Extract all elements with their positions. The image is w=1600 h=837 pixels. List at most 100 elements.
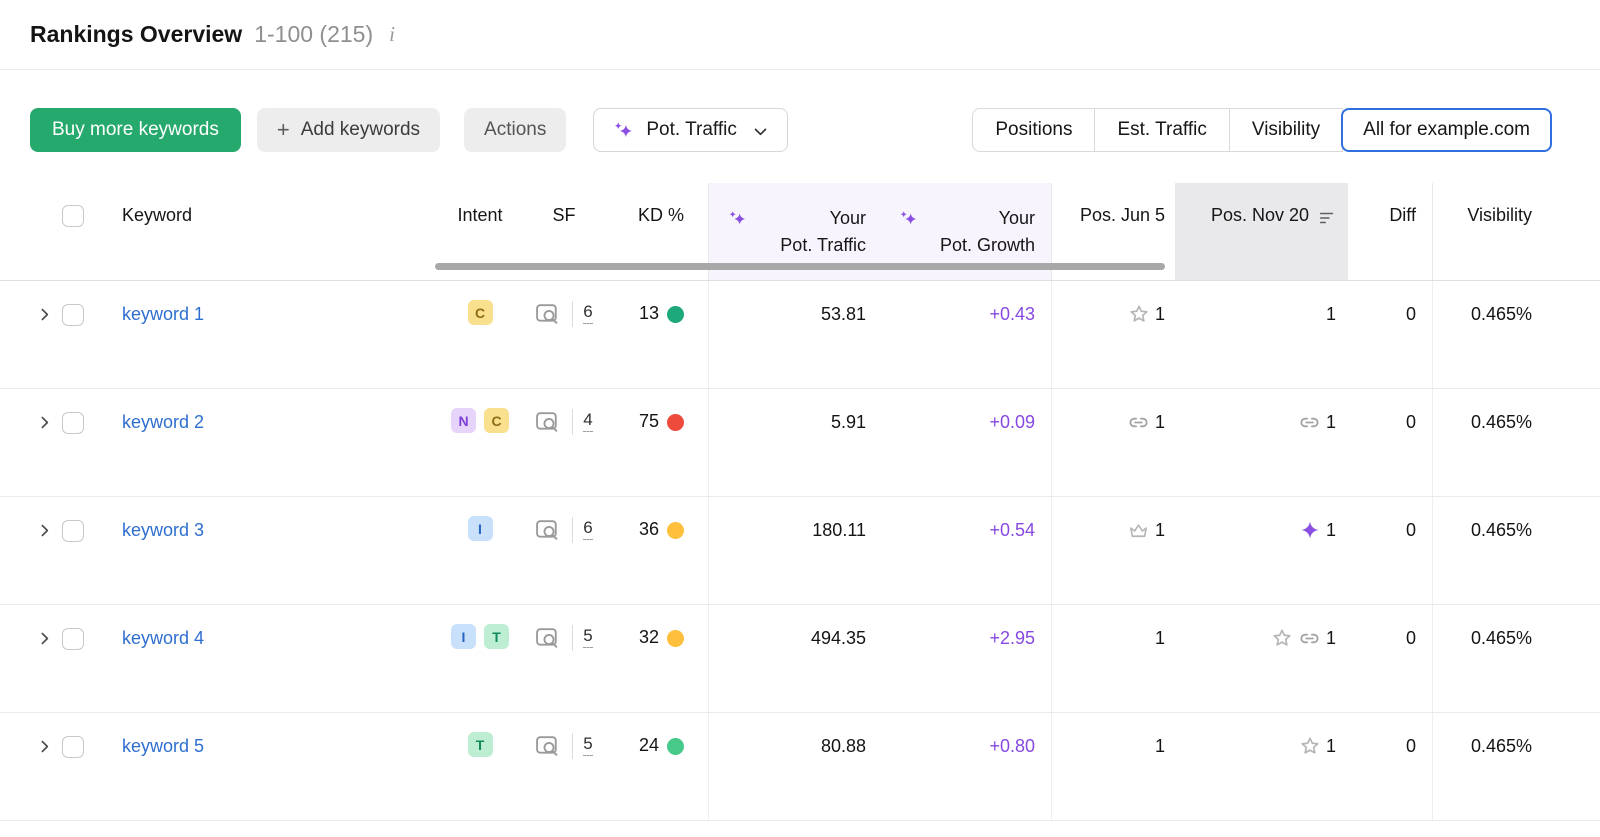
intent-badge-I: I [468,516,493,541]
serp-features-icon [535,410,562,435]
sf-divider [572,625,573,651]
diff-cell: 0 [1348,497,1432,604]
keyword-cell: keyword 2 [106,389,440,496]
column-header-visibility[interactable]: Visibility [1432,183,1600,280]
metric-dropdown[interactable]: Pot. Traffic [593,108,787,152]
page-header: Rankings Overview 1-100 (215) i [0,0,1600,70]
pos-nov20-header-label: Pos. Nov 20 [1211,205,1309,226]
info-icon[interactable]: i [389,22,395,47]
view-tabs: Positions Est. Traffic Visibility All fo… [972,108,1552,152]
pot-traffic-cell: 5.91 [708,389,880,496]
sf-cell: 5 [520,713,608,820]
page-title: Rankings Overview [30,21,242,48]
column-header-diff[interactable]: Diff [1348,183,1432,280]
sf-cell: 4 [520,389,608,496]
pos-jun5-cell: 1 [1051,713,1175,820]
serp-features-count[interactable]: 4 [583,409,592,432]
table-row: keyword 1 C 6 13 53.81 +0.43 1 1 0 0.465… [0,281,1600,389]
kd-difficulty-dot [667,630,684,647]
horizontal-scrollbar[interactable] [435,263,1165,270]
table-row: keyword 4 IT 5 32 494.35 +2.95 1 1 0 0.4… [0,605,1600,713]
keyword-cell: keyword 3 [106,497,440,604]
kd-value: 36 [639,519,659,540]
sf-divider [572,517,573,543]
column-header-keyword[interactable]: Keyword [106,183,440,280]
diff-cell: 0 [1348,713,1432,820]
actions-button[interactable]: Actions [464,108,566,152]
pot-traffic-cell: 80.88 [708,713,880,820]
header-checkbox-cell [62,183,106,280]
keyword-link[interactable]: keyword 4 [122,628,204,648]
add-keywords-button[interactable]: + Add keywords [257,108,440,152]
pot-growth-cell: +0.09 [880,389,1051,496]
serp-features-count[interactable]: 5 [583,625,592,648]
pos-jun5-cell: 1 [1051,281,1175,388]
keyword-cell: keyword 4 [106,605,440,712]
position-value: 1 [1155,734,1165,758]
expand-row-icon[interactable] [0,389,62,496]
link-icon [1298,627,1321,650]
keyword-link[interactable]: keyword 3 [122,520,204,540]
checkbox-cell [62,497,106,604]
keyword-link[interactable]: keyword 2 [122,412,204,432]
position-value: 1 [1155,410,1165,434]
pot-growth-cell: +0.80 [880,713,1051,820]
diff-cell: 0 [1348,605,1432,712]
keyword-link[interactable]: keyword 5 [122,736,204,756]
pos-nov20-cell: 1 [1175,281,1348,388]
row-checkbox[interactable] [62,520,84,542]
pot-growth-cell: +0.43 [880,281,1051,388]
tab-visibility[interactable]: Visibility [1229,108,1343,152]
add-keywords-label: Add keywords [301,119,420,141]
serp-features-count[interactable]: 6 [583,301,592,324]
expand-row-icon[interactable] [0,605,62,712]
tab-positions[interactable]: Positions [972,108,1095,152]
buy-more-keywords-button[interactable]: Buy more keywords [30,108,241,152]
tab-all-for-domain[interactable]: All for example.com [1341,108,1552,152]
intent-badge-C: C [484,408,509,433]
chevron-down-icon [752,123,769,140]
checkbox-cell [62,605,106,712]
intent-cell: NC [440,389,520,496]
checkbox-cell [62,713,106,820]
kd-cell: 32 [608,605,708,712]
kd-difficulty-dot [667,738,684,755]
keyword-cell: keyword 5 [106,713,440,820]
checkbox-cell [62,281,106,388]
link-icon [1298,411,1321,434]
position-value: 1 [1326,410,1336,434]
tab-est-traffic[interactable]: Est. Traffic [1094,108,1229,152]
row-checkbox[interactable] [62,736,84,758]
position-value: 1 [1326,518,1336,542]
expand-row-icon[interactable] [0,497,62,604]
visibility-cell: 0.465% [1432,281,1600,388]
results-range: 1-100 (215) [254,21,373,48]
keyword-cell: keyword 1 [106,281,440,388]
position-value: 1 [1326,302,1336,326]
plus-icon: + [277,119,290,141]
serp-features-count[interactable]: 5 [583,733,592,756]
pos-jun5-cell: 1 [1051,605,1175,712]
pos-jun5-cell: 1 [1051,389,1175,496]
star-icon [1271,627,1293,649]
ai-sparkle-icon [898,208,919,234]
serp-features-count[interactable]: 6 [583,517,592,540]
expand-row-icon[interactable] [0,713,62,820]
kd-cell: 13 [608,281,708,388]
visibility-cell: 0.465% [1432,389,1600,496]
row-checkbox[interactable] [62,304,84,326]
serp-features-icon [535,302,562,327]
visibility-cell: 0.465% [1432,605,1600,712]
pot-growth-cell: +2.95 [880,605,1051,712]
position-value: 1 [1155,518,1165,542]
intent-badge-N: N [451,408,476,433]
row-checkbox[interactable] [62,412,84,434]
intent-badge-T: T [484,624,509,649]
column-header-pos-nov20[interactable]: Pos. Nov 20 [1175,183,1348,280]
keyword-link[interactable]: keyword 1 [122,304,204,324]
select-all-checkbox[interactable] [62,205,84,227]
row-checkbox[interactable] [62,628,84,650]
ai-sparkle-icon [727,208,748,234]
table-row: keyword 3 I 6 36 180.11 +0.54 1 1 0 0.46… [0,497,1600,605]
expand-row-icon[interactable] [0,281,62,388]
